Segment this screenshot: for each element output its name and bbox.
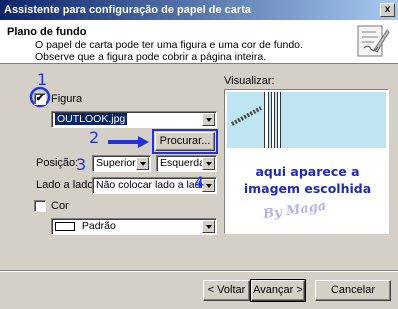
cancel-button[interactable]: Cancelar [315,280,391,301]
figure-file-value: OUTLOOK.jpg [55,113,128,125]
preview-label: Visualizar: [224,75,275,87]
close-icon: x [384,4,391,15]
chevron-down-icon[interactable] [202,157,215,170]
position-horizontal-value: Esquerda [160,157,205,169]
chevron-down-icon[interactable] [202,113,215,126]
lado-a-lado-label: Lado a lado: [36,179,97,191]
wizard-header: Plano de fundo O papel de carta pode ter… [0,20,398,64]
window-title: Assistente para configuração de papel de… [4,4,251,16]
color-select[interactable]: Padrão [51,218,217,235]
posicao-label: Posição: [36,157,79,169]
annotation-number-4: 4 [194,173,205,192]
figura-checkbox[interactable]: ✔ [34,93,46,105]
stationery-wizard-icon [357,25,390,57]
cor-checkbox[interactable] [34,200,46,212]
preview-caption-line1: aqui aparece a [255,164,360,179]
footer-separator [0,270,398,272]
preview-watermark: By Maga [262,198,328,223]
annotation-number-3: 3 [76,155,87,174]
annotation-number-2: 2 [89,128,100,147]
cor-label: Cor [51,200,69,212]
chevron-down-icon[interactable] [136,157,149,170]
chevron-down-icon[interactable] [202,220,215,233]
page-title: Plano de fundo [7,26,87,38]
position-vertical-value: Superior [96,157,136,169]
preview-logo-icon [231,106,262,126]
browse-button[interactable]: Procurar... [155,132,215,151]
page-description: O papel de carta pode ter uma figura e u… [35,39,303,63]
preview-stripe [271,92,275,148]
color-value: Padrão [81,220,116,232]
back-button[interactable]: < Voltar [203,280,250,301]
color-swatch [55,221,75,231]
annotation-arrow-icon [108,136,149,148]
window-titlebar: Assistente para configuração de papel de… [0,0,398,20]
tiling-value: Não colocar lado a lado [96,179,207,191]
preview-stripe [277,92,281,148]
position-horizontal-select[interactable]: Esquerda [156,155,217,172]
position-vertical-select[interactable]: Superior [92,155,151,172]
next-button[interactable]: Avançar > [250,279,306,302]
preview-pane: aqui aparece a imagem escolhida By Maga [224,89,389,234]
close-button[interactable]: x [380,3,395,17]
preview-caption-line2: imagem escolhida [243,181,372,196]
figura-label: Figura [51,93,83,105]
figure-file-select[interactable]: OUTLOOK.jpg [51,111,217,128]
